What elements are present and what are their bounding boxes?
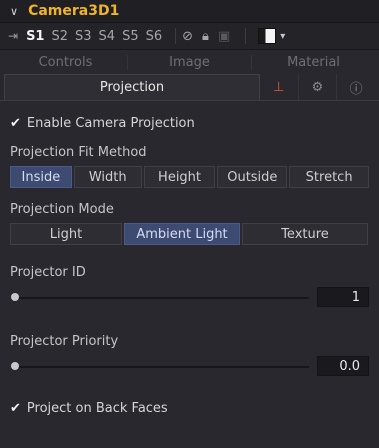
fit-height-button[interactable]: Height (143, 166, 216, 188)
dropdown-arrow-icon[interactable]: ▾ (280, 31, 285, 42)
chevron-down-icon[interactable]: ∨ (10, 5, 18, 18)
projector-id-slider[interactable]: 1 (10, 286, 369, 310)
mode-ambient-light-button[interactable]: Ambient Light (124, 223, 240, 245)
tab-settings[interactable]: ⚙ (299, 74, 338, 100)
version-bar: ⇥ S1 S2 S3 S4 S5 S6 ⊘ 🔒︎ ▣ ▾ (0, 23, 379, 50)
mode-texture-button[interactable]: Texture (242, 223, 368, 245)
tab-controls[interactable]: Controls (4, 54, 128, 70)
tab-row-top: Controls Image Material (0, 50, 379, 74)
back-faces-checkbox[interactable]: ✔ Project on Back Faces (10, 401, 369, 416)
tab-projection[interactable]: Projection (4, 74, 260, 100)
fit-method-buttons: Inside Width Height Outside Stretch (10, 166, 369, 188)
projector-id-label: Projector ID (10, 265, 86, 280)
projector-priority-slider[interactable]: 0.0 (10, 355, 369, 379)
tool-title: Camera3D1 (28, 3, 120, 19)
divider (175, 28, 177, 44)
checkbox-label: Project on Back Faces (26, 401, 168, 416)
checkmark-icon: ✔ (10, 116, 21, 131)
version-s1[interactable]: S1 (26, 29, 44, 44)
version-s5[interactable]: S5 (122, 29, 139, 44)
fit-stretch-button[interactable]: Stretch (289, 166, 369, 188)
checkbox-label: Enable Camera Projection (26, 116, 195, 131)
color-swatch-icon[interactable] (258, 28, 277, 44)
projector-id-value[interactable]: 1 (317, 287, 369, 307)
tab-row-bottom: Projection ⊥ ⚙ ⓘ (0, 74, 379, 101)
tool-header[interactable]: ∨ Camera3D1 (0, 0, 379, 23)
fit-inside-button[interactable]: Inside (10, 166, 72, 188)
projection-mode-label: Projection Mode (10, 202, 114, 217)
slider-track[interactable] (16, 366, 309, 368)
disable-icon[interactable]: ⊘ (182, 29, 193, 44)
slider-handle[interactable] (11, 293, 19, 301)
tab-info[interactable]: ⓘ (337, 74, 375, 100)
axis-icon: ⊥ (273, 79, 285, 95)
save-icon[interactable]: ▣ (218, 29, 230, 44)
enable-projection-checkbox[interactable]: ✔ Enable Camera Projection (10, 116, 369, 131)
slider-track[interactable] (16, 297, 309, 299)
projection-mode-buttons: Light Ambient Light Texture (10, 223, 369, 245)
version-s2[interactable]: S2 (51, 29, 68, 44)
slider-handle[interactable] (11, 362, 19, 370)
version-s3[interactable]: S3 (75, 29, 92, 44)
lock-icon[interactable]: 🔒︎ (202, 29, 209, 44)
fit-outside-button[interactable]: Outside (217, 166, 288, 188)
projector-priority-value[interactable]: 0.0 (317, 356, 369, 376)
fit-width-button[interactable]: Width (73, 166, 142, 188)
divider (245, 28, 247, 44)
fit-method-label: Projection Fit Method (10, 145, 147, 160)
mode-light-button[interactable]: Light (10, 223, 122, 245)
tab-material[interactable]: Material (252, 55, 375, 70)
tab-transform[interactable]: ⊥ (260, 74, 299, 100)
version-s6[interactable]: S6 (146, 29, 163, 44)
pin-icon[interactable]: ⇥ (8, 29, 18, 43)
projection-controls: ✔ Enable Camera Projection Projection Fi… (0, 116, 379, 416)
checkmark-icon: ✔ (10, 401, 21, 416)
inspector-panel: ∨ Camera3D1 ⇥ S1 S2 S3 S4 S5 S6 ⊘ 🔒︎ ▣ ▾… (0, 0, 379, 448)
info-icon: ⓘ (349, 81, 363, 97)
projector-priority-label: Projector Priority (10, 334, 119, 349)
tab-image[interactable]: Image (128, 54, 252, 70)
version-s4[interactable]: S4 (99, 29, 116, 44)
gear-icon: ⚙ (311, 79, 324, 95)
